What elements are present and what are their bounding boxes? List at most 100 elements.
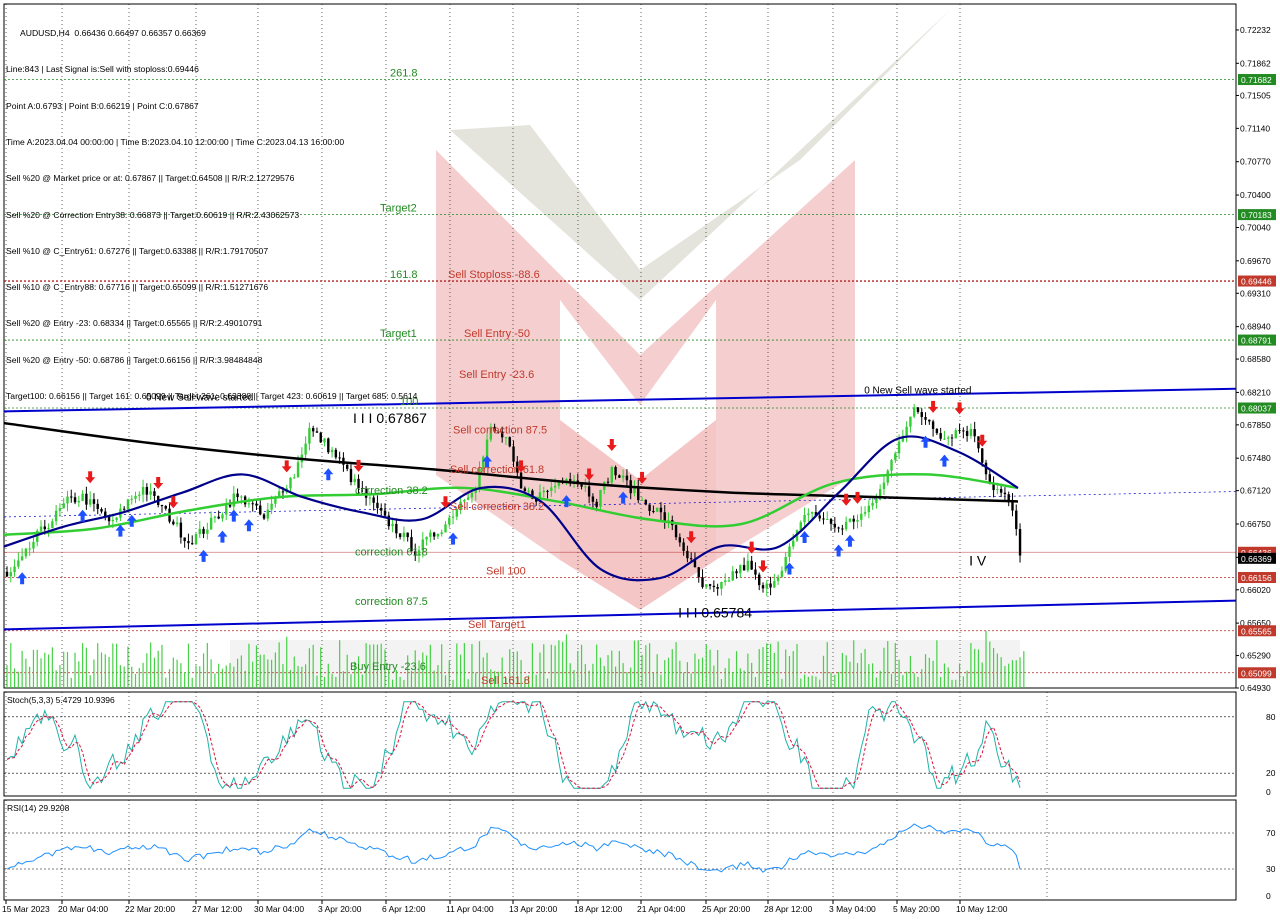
candle-body <box>398 533 402 538</box>
candle-body <box>130 498 133 500</box>
candle-body <box>735 571 738 574</box>
price-tick-label: 0.71862 <box>1240 58 1271 68</box>
candle-body <box>746 560 750 571</box>
info-line: Target100: 0.66156 || Target 161: 0.6509… <box>6 391 418 401</box>
candle-body <box>187 541 190 544</box>
candle-body <box>440 532 443 535</box>
candle-body <box>153 491 156 496</box>
info-line: Sell %10 @ C_Entry61: 0.67276 || Target:… <box>6 245 269 256</box>
candle-body <box>138 494 141 496</box>
price-tick-label: 0.64930 <box>1240 683 1271 693</box>
level-label: Sell correction 61.8 <box>450 464 544 476</box>
candle-body <box>62 503 65 509</box>
symbol-line: AUDUSD,H4 0.66436 0.66497 0.66357 0.6636… <box>20 28 206 39</box>
price-tick-label: 0.71140 <box>1240 123 1270 133</box>
candle-body <box>432 532 436 537</box>
candle-body <box>160 505 164 507</box>
info-line: Sell %20 @ Correction Entry38: 0.66873 |… <box>6 209 300 220</box>
candle-body <box>716 587 719 589</box>
candle-body <box>682 542 685 551</box>
rsi-tick-label: 70 <box>1266 828 1276 838</box>
candle-body <box>599 489 602 507</box>
candle-body <box>935 428 939 434</box>
candle-body <box>1007 494 1010 501</box>
wave-annotation: 0 New Sell wave started <box>864 385 971 396</box>
candle-body <box>655 507 659 512</box>
candle-body <box>886 470 889 483</box>
candle-body <box>916 407 920 413</box>
candle-body <box>122 508 126 510</box>
price-tag-label: 0.70183 <box>1241 210 1272 220</box>
candle-body <box>981 448 984 463</box>
level-label: Buy Entry -23.6 <box>350 661 426 673</box>
candle-body <box>705 584 708 588</box>
candle-body <box>28 548 31 550</box>
candle-body <box>909 416 912 427</box>
candle-body <box>947 437 950 439</box>
candle-body <box>591 496 595 502</box>
time-tick-label: 15 Mar 2023 <box>2 904 50 914</box>
rsi-panel <box>3 799 1237 901</box>
price-tick-label: 0.69670 <box>1240 256 1271 266</box>
candle-body <box>610 467 613 483</box>
candle-body <box>39 526 43 531</box>
candle-body <box>644 499 648 505</box>
candle-body <box>765 583 768 589</box>
candle-body <box>712 585 716 588</box>
price-tick-label: 0.71505 <box>1240 90 1271 100</box>
level-label: Sell Entry -50 <box>464 328 530 340</box>
info-line: Sell %20 @ Entry -23: 0.68334 || Target:… <box>6 318 263 329</box>
candle-body <box>776 576 780 581</box>
candle-body <box>311 428 315 432</box>
candle-body <box>81 493 84 501</box>
candle-body <box>686 550 689 559</box>
candle-body <box>943 438 946 440</box>
candle-body <box>368 497 372 499</box>
price-tick-label: 0.67850 <box>1240 420 1271 430</box>
candle-body <box>225 504 228 515</box>
info-line: Line:843 | Last Signal is:Sell with stop… <box>6 64 199 75</box>
candle-body <box>818 515 821 519</box>
candle-body <box>905 426 908 436</box>
candle-body <box>720 581 723 589</box>
candle-body <box>47 528 50 530</box>
candle-body <box>444 524 447 533</box>
candle-body <box>999 489 1003 493</box>
candle-body <box>107 516 111 522</box>
info-line: Point A:0.6793 | Point B:0.66219 | Point… <box>6 100 199 111</box>
candle-body <box>191 543 194 545</box>
candle-body <box>376 502 379 509</box>
candle-body <box>145 486 149 495</box>
level-label: correction 87.5 <box>355 596 428 608</box>
candle-body <box>179 522 183 538</box>
info-line: Time A:2023.04.04 00:00:00 | Time B:2023… <box>6 137 345 148</box>
candle-body <box>134 495 137 499</box>
candle-body <box>595 501 598 507</box>
candle-body <box>727 580 731 582</box>
rsi-tick-label: 0 <box>1266 891 1271 901</box>
candle-body <box>293 477 296 479</box>
candle-body <box>958 430 961 432</box>
candle-body <box>323 438 326 443</box>
candle-body <box>837 527 840 529</box>
candle-body <box>739 565 742 574</box>
candle-body <box>43 526 46 530</box>
signal-info-panel: AUDUSD,H4 0.66436 0.66497 0.66357 0.6636… <box>6 3 417 414</box>
candle-body <box>856 519 859 522</box>
candle-body <box>992 484 995 491</box>
candle-body <box>13 566 16 573</box>
candle-body <box>550 487 553 491</box>
candle-body <box>391 523 394 527</box>
candle-body <box>88 499 92 505</box>
price-tick-label: 0.66020 <box>1240 585 1271 595</box>
candle-body <box>281 491 285 493</box>
candle-body <box>637 487 640 501</box>
candle-body <box>792 540 795 547</box>
candle-body <box>334 449 338 458</box>
candle-body <box>380 508 383 511</box>
candle-body <box>383 510 387 516</box>
time-tick-label: 20 Mar 04:00 <box>58 904 108 914</box>
wave-annotation: I V <box>969 552 987 568</box>
price-tick-label: 0.70770 <box>1240 157 1271 167</box>
candle-body <box>485 439 489 457</box>
